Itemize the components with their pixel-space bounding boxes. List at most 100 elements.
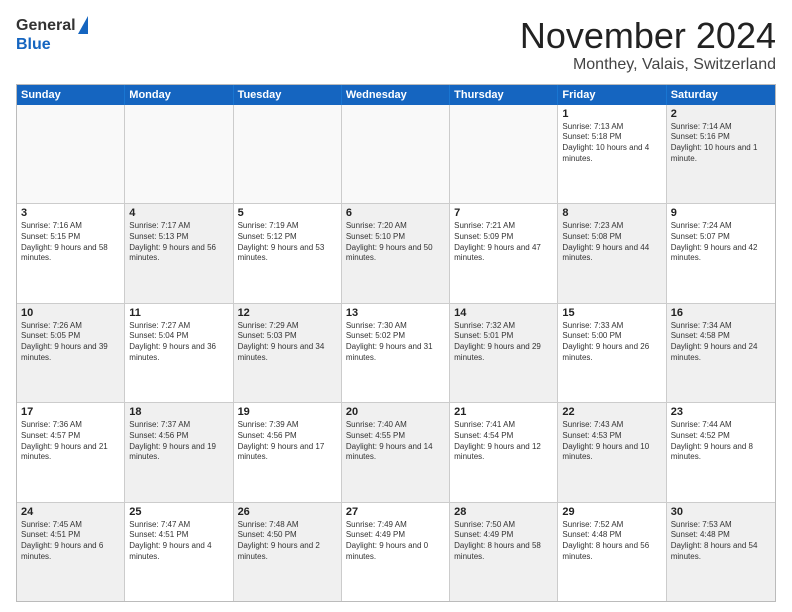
cell-info: Sunrise: 7:32 AM Sunset: 5:01 PM Dayligh… <box>454 321 553 364</box>
calendar-cell: 9 Sunrise: 7:24 AM Sunset: 5:07 PM Daylig… <box>667 204 775 302</box>
calendar-cell: 4 Sunrise: 7:17 AM Sunset: 5:13 PM Daylig… <box>125 204 233 302</box>
day-number: 8 <box>562 207 661 219</box>
cell-info: Sunrise: 7:52 AM Sunset: 4:48 PM Dayligh… <box>562 520 661 563</box>
page: General Blue November 2024 Monthey, Vala… <box>0 0 792 612</box>
calendar-cell: 22Sunrise: 7:43 AM Sunset: 4:53 PM Dayli… <box>558 403 666 501</box>
calendar-cell: 17 Sunrise: 7:36 AM Sunset: 4:57 PM Dayli… <box>17 403 125 501</box>
calendar-cell: 20Sunrise: 7:40 AM Sunset: 4:55 PM Dayli… <box>342 403 450 501</box>
calendar-cell: 14 Sunrise: 7:32 AM Sunset: 5:01 PM Dayli… <box>450 304 558 402</box>
day-number: 9 <box>671 207 771 219</box>
cell-info: Sunrise: 7:21 AM Sunset: 5:09 PM Dayligh… <box>454 221 553 264</box>
cell-info: Sunrise: 7:49 AM Sunset: 4:49 PM Dayligh… <box>346 520 445 563</box>
calendar-cell: 19 Sunrise: 7:39 AM Sunset: 4:56 PM Dayli… <box>234 403 342 501</box>
calendar-row-2: 10Sunrise: 7:26 AM Sunset: 5:05 PM Dayli… <box>17 304 775 403</box>
calendar-cell: 16Sunrise: 7:34 AM Sunset: 4:58 PM Dayli… <box>667 304 775 402</box>
day-number: 20 <box>346 406 445 418</box>
day-number: 12 <box>238 307 337 319</box>
day-number: 27 <box>346 506 445 518</box>
calendar-cell: 18Sunrise: 7:37 AM Sunset: 4:56 PM Dayli… <box>125 403 233 501</box>
cell-info: Sunrise: 7:30 AM Sunset: 5:02 PM Dayligh… <box>346 321 445 364</box>
location: Monthey, Valais, Switzerland <box>520 56 776 74</box>
header-day-wednesday: Wednesday <box>342 85 450 105</box>
logo: General Blue <box>16 16 88 54</box>
calendar-cell: 28Sunrise: 7:50 AM Sunset: 4:49 PM Dayli… <box>450 503 558 601</box>
calendar-cell: 13 Sunrise: 7:30 AM Sunset: 5:02 PM Dayli… <box>342 304 450 402</box>
calendar-cell: 15 Sunrise: 7:33 AM Sunset: 5:00 PM Dayli… <box>558 304 666 402</box>
day-number: 3 <box>21 207 120 219</box>
month-title: November 2024 <box>520 16 776 56</box>
calendar-cell: 29 Sunrise: 7:52 AM Sunset: 4:48 PM Dayli… <box>558 503 666 601</box>
cell-info: Sunrise: 7:36 AM Sunset: 4:57 PM Dayligh… <box>21 420 120 463</box>
day-number: 4 <box>129 207 228 219</box>
calendar-row-0: 1Sunrise: 7:13 AM Sunset: 5:18 PM Daylig… <box>17 105 775 204</box>
cell-info: Sunrise: 7:14 AM Sunset: 5:16 PM Dayligh… <box>671 122 771 165</box>
day-number: 5 <box>238 207 337 219</box>
cell-info: Sunrise: 7:19 AM Sunset: 5:12 PM Dayligh… <box>238 221 337 264</box>
cell-info: Sunrise: 7:37 AM Sunset: 4:56 PM Dayligh… <box>129 420 228 463</box>
day-number: 23 <box>671 406 771 418</box>
calendar-row-4: 24 Sunrise: 7:45 AM Sunset: 4:51 PM Dayli… <box>17 503 775 601</box>
cell-info: Sunrise: 7:47 AM Sunset: 4:51 PM Dayligh… <box>129 520 228 563</box>
day-number: 30 <box>671 506 771 518</box>
header-day-sunday: Sunday <box>17 85 125 105</box>
calendar-cell: 11 Sunrise: 7:27 AM Sunset: 5:04 PM Dayli… <box>125 304 233 402</box>
calendar-cell <box>125 105 233 203</box>
day-number: 17 <box>21 406 120 418</box>
header: General Blue November 2024 Monthey, Vala… <box>16 16 776 74</box>
cell-info: Sunrise: 7:26 AM Sunset: 5:05 PM Dayligh… <box>21 321 120 364</box>
calendar-cell: 5 Sunrise: 7:19 AM Sunset: 5:12 PM Daylig… <box>234 204 342 302</box>
calendar-cell: 25 Sunrise: 7:47 AM Sunset: 4:51 PM Dayli… <box>125 503 233 601</box>
day-number: 15 <box>562 307 661 319</box>
calendar-cell: 2 Sunrise: 7:14 AM Sunset: 5:16 PM Daylig… <box>667 105 775 203</box>
header-day-monday: Monday <box>125 85 233 105</box>
day-number: 19 <box>238 406 337 418</box>
calendar-row-1: 3 Sunrise: 7:16 AM Sunset: 5:15 PM Daylig… <box>17 204 775 303</box>
calendar-header: SundayMondayTuesdayWednesdayThursdayFrid… <box>17 85 775 105</box>
day-number: 22 <box>562 406 661 418</box>
calendar-cell: 27 Sunrise: 7:49 AM Sunset: 4:49 PM Dayli… <box>342 503 450 601</box>
logo-triangle-icon <box>78 16 88 34</box>
day-number: 2 <box>671 108 771 120</box>
day-number: 25 <box>129 506 228 518</box>
cell-info: Sunrise: 7:27 AM Sunset: 5:04 PM Dayligh… <box>129 321 228 364</box>
calendar-cell <box>342 105 450 203</box>
cell-info: Sunrise: 7:45 AM Sunset: 4:51 PM Dayligh… <box>21 520 120 563</box>
calendar-body: 1Sunrise: 7:13 AM Sunset: 5:18 PM Daylig… <box>17 105 775 601</box>
day-number: 24 <box>21 506 120 518</box>
logo-general-text: General <box>16 17 76 35</box>
calendar-cell: 21 Sunrise: 7:41 AM Sunset: 4:54 PM Dayli… <box>450 403 558 501</box>
cell-info: Sunrise: 7:24 AM Sunset: 5:07 PM Dayligh… <box>671 221 771 264</box>
calendar-cell: 6Sunrise: 7:20 AM Sunset: 5:10 PM Daylig… <box>342 204 450 302</box>
day-number: 21 <box>454 406 553 418</box>
calendar-row-3: 17 Sunrise: 7:36 AM Sunset: 4:57 PM Dayli… <box>17 403 775 502</box>
day-number: 13 <box>346 307 445 319</box>
cell-info: Sunrise: 7:53 AM Sunset: 4:48 PM Dayligh… <box>671 520 771 563</box>
day-number: 28 <box>454 506 553 518</box>
day-number: 29 <box>562 506 661 518</box>
calendar-cell <box>234 105 342 203</box>
cell-info: Sunrise: 7:33 AM Sunset: 5:00 PM Dayligh… <box>562 321 661 364</box>
day-number: 16 <box>671 307 771 319</box>
calendar-cell: 30 Sunrise: 7:53 AM Sunset: 4:48 PM Dayli… <box>667 503 775 601</box>
day-number: 1 <box>562 108 661 120</box>
cell-info: Sunrise: 7:41 AM Sunset: 4:54 PM Dayligh… <box>454 420 553 463</box>
calendar-cell: 23 Sunrise: 7:44 AM Sunset: 4:52 PM Dayli… <box>667 403 775 501</box>
cell-info: Sunrise: 7:16 AM Sunset: 5:15 PM Dayligh… <box>21 221 120 264</box>
calendar-cell <box>450 105 558 203</box>
header-day-friday: Friday <box>558 85 666 105</box>
day-number: 11 <box>129 307 228 319</box>
cell-info: Sunrise: 7:17 AM Sunset: 5:13 PM Dayligh… <box>129 221 228 264</box>
cell-info: Sunrise: 7:44 AM Sunset: 4:52 PM Dayligh… <box>671 420 771 463</box>
day-number: 14 <box>454 307 553 319</box>
calendar: SundayMondayTuesdayWednesdayThursdayFrid… <box>16 84 776 602</box>
day-number: 26 <box>238 506 337 518</box>
calendar-cell: 1Sunrise: 7:13 AM Sunset: 5:18 PM Daylig… <box>558 105 666 203</box>
calendar-cell: 26Sunrise: 7:48 AM Sunset: 4:50 PM Dayli… <box>234 503 342 601</box>
cell-info: Sunrise: 7:39 AM Sunset: 4:56 PM Dayligh… <box>238 420 337 463</box>
calendar-cell: 12Sunrise: 7:29 AM Sunset: 5:03 PM Dayli… <box>234 304 342 402</box>
cell-info: Sunrise: 7:23 AM Sunset: 5:08 PM Dayligh… <box>562 221 661 264</box>
day-number: 6 <box>346 207 445 219</box>
calendar-cell: 7Sunrise: 7:21 AM Sunset: 5:09 PM Daylig… <box>450 204 558 302</box>
calendar-cell <box>17 105 125 203</box>
calendar-cell: 10Sunrise: 7:26 AM Sunset: 5:05 PM Dayli… <box>17 304 125 402</box>
